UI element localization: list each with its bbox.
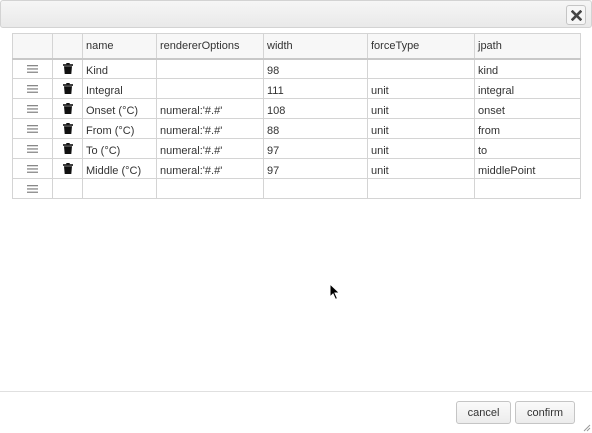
cell-force-type[interactable]: unit <box>367 118 475 139</box>
trash-icon[interactable] <box>62 62 73 74</box>
confirm-button[interactable]: confirm <box>515 401 575 424</box>
cell-force-type[interactable]: unit <box>367 98 475 119</box>
trash-icon[interactable] <box>62 142 73 154</box>
table-row[interactable]: Kind 98 kind <box>12 58 581 79</box>
close-button[interactable] <box>566 5 586 25</box>
new-row-cell-force-type[interactable] <box>367 178 475 199</box>
cell-width[interactable]: 88 <box>263 118 368 139</box>
cell-width[interactable]: 97 <box>263 158 368 179</box>
drag-cell[interactable] <box>12 98 53 119</box>
grid-header-row: name rendererOptions width forceType jpa… <box>12 33 581 60</box>
header-width[interactable]: width <box>263 33 368 60</box>
cell-name[interactable]: Integral <box>82 78 157 99</box>
columns-grid: name rendererOptions width forceType jpa… <box>12 33 581 199</box>
delete-cell[interactable] <box>52 78 83 99</box>
mouse-cursor-icon <box>329 283 341 301</box>
new-row-cell-renderer-options[interactable] <box>156 178 264 199</box>
drag-cell[interactable] <box>12 158 53 179</box>
close-icon <box>570 9 582 21</box>
cell-renderer-options[interactable]: numeral:'#.#' <box>156 118 264 139</box>
cell-name[interactable]: Kind <box>82 58 157 79</box>
drag-handle-icon[interactable] <box>27 164 38 173</box>
cell-renderer-options[interactable] <box>156 78 264 99</box>
trash-icon[interactable] <box>62 162 73 174</box>
cell-name[interactable]: From (°C) <box>82 118 157 139</box>
new-row-cell-jpath[interactable] <box>474 178 581 199</box>
drag-handle-icon[interactable] <box>27 104 38 113</box>
drag-handle-icon[interactable] <box>27 144 38 153</box>
delete-cell[interactable] <box>52 158 83 179</box>
header-renderer-options[interactable]: rendererOptions <box>156 33 264 60</box>
cell-name[interactable]: Middle (°C) <box>82 158 157 179</box>
cell-renderer-options[interactable]: numeral:'#.#' <box>156 98 264 119</box>
drag-cell[interactable] <box>12 58 53 79</box>
drag-handle-icon[interactable] <box>27 84 38 93</box>
cell-width[interactable]: 108 <box>263 98 368 119</box>
cell-force-type[interactable]: unit <box>367 138 475 159</box>
header-delete-column <box>52 33 83 60</box>
header-drag-column <box>12 33 53 60</box>
cell-jpath[interactable]: onset <box>474 98 581 119</box>
delete-cell[interactable] <box>52 118 83 139</box>
resize-grip-icon[interactable] <box>583 424 591 432</box>
dialog-titlebar <box>0 0 592 28</box>
new-row-cell-width[interactable] <box>263 178 368 199</box>
cell-renderer-options[interactable] <box>156 58 264 79</box>
drag-cell[interactable] <box>12 78 53 99</box>
cell-width[interactable]: 111 <box>263 78 368 99</box>
footer-divider <box>0 391 592 392</box>
new-row-cell-name[interactable] <box>82 178 157 199</box>
cell-jpath[interactable]: to <box>474 138 581 159</box>
header-name[interactable]: name <box>82 33 157 60</box>
cell-name[interactable]: To (°C) <box>82 138 157 159</box>
cell-jpath[interactable]: kind <box>474 58 581 79</box>
cancel-button[interactable]: cancel <box>456 401 511 424</box>
delete-cell[interactable] <box>52 98 83 119</box>
cell-jpath[interactable]: integral <box>474 78 581 99</box>
header-jpath[interactable]: jpath <box>474 33 581 60</box>
cell-renderer-options[interactable]: numeral:'#.#' <box>156 158 264 179</box>
cell-renderer-options[interactable]: numeral:'#.#' <box>156 138 264 159</box>
cell-name[interactable]: Onset (°C) <box>82 98 157 119</box>
drag-cell[interactable] <box>12 178 53 199</box>
table-row[interactable]: Middle (°C) numeral:'#.#' 97 unit middle… <box>12 158 581 179</box>
table-row[interactable]: From (°C) numeral:'#.#' 88 unit from <box>12 118 581 139</box>
trash-icon[interactable] <box>62 82 73 94</box>
delete-cell[interactable] <box>52 58 83 79</box>
drag-handle-icon[interactable] <box>27 124 38 133</box>
new-row[interactable] <box>12 178 581 199</box>
new-row-delete-cell <box>52 178 83 199</box>
drag-cell[interactable] <box>12 118 53 139</box>
cell-width[interactable]: 98 <box>263 58 368 79</box>
cell-width[interactable]: 97 <box>263 138 368 159</box>
header-force-type[interactable]: forceType <box>367 33 475 60</box>
delete-cell[interactable] <box>52 138 83 159</box>
cell-force-type[interactable]: unit <box>367 78 475 99</box>
table-row[interactable]: Onset (°C) numeral:'#.#' 108 unit onset <box>12 98 581 119</box>
drag-cell[interactable] <box>12 138 53 159</box>
table-row[interactable]: To (°C) numeral:'#.#' 97 unit to <box>12 138 581 159</box>
trash-icon[interactable] <box>62 122 73 134</box>
table-row[interactable]: Integral 111 unit integral <box>12 78 581 99</box>
trash-icon[interactable] <box>62 102 73 114</box>
drag-handle-icon[interactable] <box>27 184 38 193</box>
cell-jpath[interactable]: middlePoint <box>474 158 581 179</box>
cell-force-type[interactable] <box>367 58 475 79</box>
drag-handle-icon[interactable] <box>27 64 38 73</box>
cell-jpath[interactable]: from <box>474 118 581 139</box>
cell-force-type[interactable]: unit <box>367 158 475 179</box>
